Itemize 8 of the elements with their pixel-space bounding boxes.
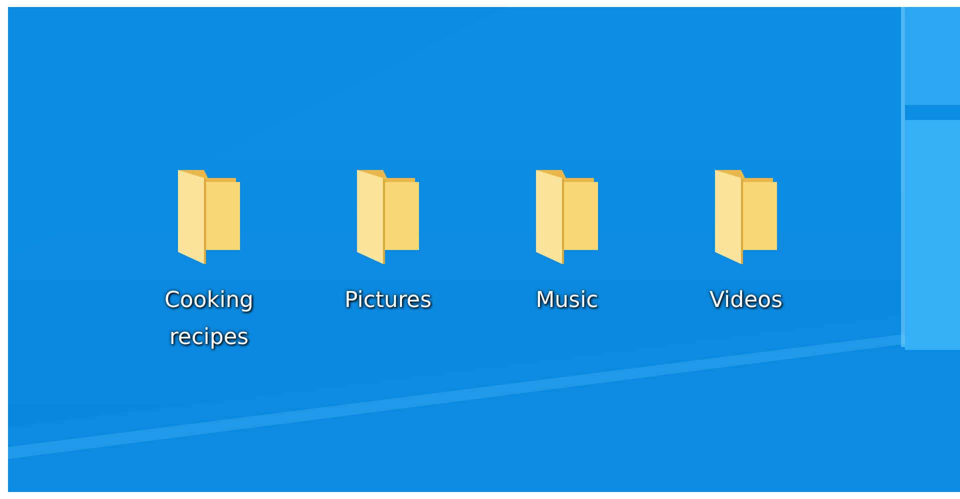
folder-icon xyxy=(713,168,779,266)
folder-label[interactable]: Videos xyxy=(709,282,783,319)
folder-label[interactable]: Pictures xyxy=(344,282,432,319)
folder-icon xyxy=(355,168,421,266)
folder-label[interactable]: Cooking recipes xyxy=(149,282,269,356)
folder-icon xyxy=(534,168,600,266)
folder-icon xyxy=(176,168,242,266)
folder-label[interactable]: Music xyxy=(536,282,598,319)
